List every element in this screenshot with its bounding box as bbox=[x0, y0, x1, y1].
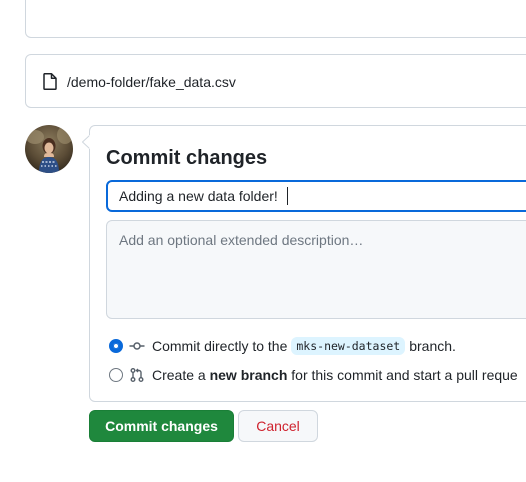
commit-direct-option[interactable]: Commit directly to the mks-new-dataset b… bbox=[109, 336, 456, 356]
panel-caret bbox=[82, 135, 93, 149]
commit-direct-radio[interactable] bbox=[109, 339, 123, 353]
commit-title: Commit changes bbox=[106, 147, 268, 169]
file-path: /demo-folder/fake_data.csv bbox=[67, 74, 236, 90]
commit-changes-button[interactable]: Commit changes bbox=[89, 410, 234, 442]
branch-name: mks-new-dataset bbox=[291, 337, 406, 355]
git-pull-request-icon bbox=[130, 368, 144, 382]
commit-direct-prefix: Commit directly to the bbox=[152, 338, 288, 354]
new-branch-prefix: Create a bbox=[152, 367, 206, 383]
avatar[interactable] bbox=[25, 125, 73, 173]
new-branch-suffix: for this commit and start a pull reque bbox=[291, 367, 518, 383]
text-cursor bbox=[287, 187, 288, 205]
new-branch-radio[interactable] bbox=[109, 368, 123, 382]
file-icon bbox=[43, 73, 57, 90]
cancel-button[interactable]: Cancel bbox=[238, 410, 318, 442]
commit-summary-input[interactable] bbox=[106, 180, 526, 212]
commit-description-input[interactable] bbox=[106, 220, 526, 319]
git-commit-icon bbox=[129, 342, 145, 350]
editor-panel bbox=[25, 0, 526, 38]
new-branch-bold: new branch bbox=[209, 367, 288, 383]
commit-direct-suffix: branch. bbox=[409, 338, 456, 354]
avatar-image bbox=[25, 125, 73, 173]
new-branch-option[interactable]: Create a new branch for this commit and … bbox=[109, 365, 518, 385]
file-path-box: /demo-folder/fake_data.csv bbox=[25, 54, 526, 108]
